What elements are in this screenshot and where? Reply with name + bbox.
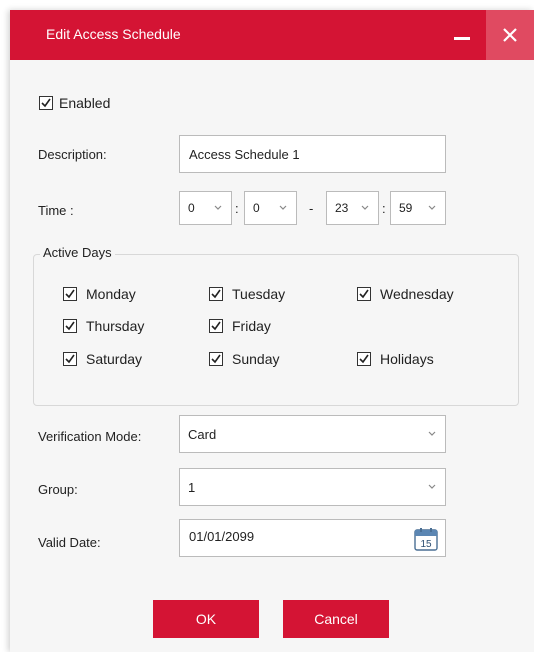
friday-label: Friday — [232, 318, 271, 334]
group-label: Group: — [38, 482, 78, 497]
minimize-button[interactable] — [440, 10, 486, 60]
checkmark-icon — [211, 321, 221, 331]
checkmark-icon — [65, 354, 75, 364]
calendar-icon[interactable]: 15 — [414, 527, 438, 551]
end-minute-select[interactable]: 59 — [390, 191, 446, 225]
checkmark-icon — [65, 321, 75, 331]
title-bar: Edit Access Schedule — [10, 10, 534, 60]
checkmark-icon — [211, 354, 221, 364]
description-label: Description: — [38, 147, 107, 162]
time-label: Time : — [38, 203, 74, 218]
sunday-checkbox[interactable] — [209, 352, 223, 366]
calendar-day-text: 15 — [420, 539, 432, 550]
checkmark-icon — [359, 354, 369, 364]
checkmark-icon — [65, 289, 75, 299]
holidays-label: Holidays — [380, 351, 434, 367]
holidays-checkbox[interactable] — [357, 352, 371, 366]
checkmark-icon — [359, 289, 369, 299]
wednesday-checkbox[interactable] — [357, 287, 371, 301]
tuesday-label: Tuesday — [232, 286, 286, 302]
start-time-separator: : — [235, 201, 239, 216]
end-hour-select[interactable]: 23 — [326, 191, 379, 225]
ok-button[interactable]: OK — [153, 600, 259, 638]
edit-access-schedule-dialog: Edit Access Schedule Enabled Description… — [10, 10, 534, 652]
wednesday-label: Wednesday — [380, 286, 454, 302]
cancel-button[interactable]: Cancel — [283, 600, 389, 638]
enabled-label: Enabled — [59, 95, 111, 111]
start-hour-select[interactable]: 0 — [179, 191, 232, 225]
verification-mode-label: Verification Mode: — [38, 429, 142, 444]
saturday-checkbox[interactable] — [63, 352, 77, 366]
description-input[interactable]: Access Schedule 1 — [179, 135, 446, 173]
close-icon — [503, 28, 517, 42]
group-value: 1 — [188, 479, 196, 495]
group-select[interactable]: 1 — [179, 468, 446, 506]
time-range-separator: - — [309, 201, 314, 216]
verification-mode-select[interactable]: Card — [179, 415, 446, 453]
start-minute-value: 0 — [253, 201, 260, 215]
thursday-label: Thursday — [86, 318, 145, 334]
chevron-down-icon — [214, 205, 222, 210]
chevron-down-icon — [428, 431, 436, 436]
start-minute-select[interactable]: 0 — [244, 191, 297, 225]
active-days-legend: Active Days — [40, 245, 115, 260]
checkmark-icon — [211, 289, 221, 299]
close-button[interactable] — [486, 10, 534, 60]
enabled-checkbox[interactable] — [39, 96, 53, 110]
saturday-label: Saturday — [86, 351, 143, 367]
end-time-separator: : — [382, 201, 386, 216]
monday-checkbox[interactable] — [63, 287, 77, 301]
chevron-down-icon — [428, 205, 436, 210]
checkmark-icon — [41, 98, 51, 108]
tuesday-checkbox[interactable] — [209, 287, 223, 301]
valid-date-label: Valid Date: — [38, 535, 101, 550]
chevron-down-icon — [279, 205, 287, 210]
thursday-checkbox[interactable] — [63, 319, 77, 333]
valid-date-input[interactable]: 01/01/2099 — [179, 519, 446, 557]
verification-mode-value: Card — [188, 426, 217, 442]
friday-checkbox[interactable] — [209, 319, 223, 333]
dialog-title: Edit Access Schedule — [46, 26, 181, 42]
start-hour-value: 0 — [188, 201, 195, 215]
chevron-down-icon — [361, 205, 369, 210]
minimize-icon — [454, 37, 470, 40]
end-minute-value: 59 — [399, 201, 413, 215]
sunday-label: Sunday — [232, 351, 280, 367]
end-hour-value: 23 — [335, 201, 349, 215]
chevron-down-icon — [428, 484, 436, 489]
monday-label: Monday — [86, 286, 136, 302]
